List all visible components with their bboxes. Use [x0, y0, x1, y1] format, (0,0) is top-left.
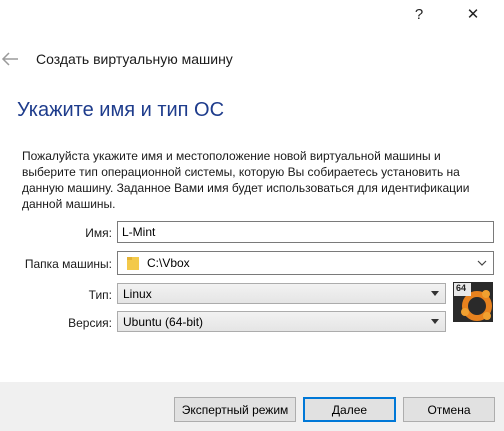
wizard-title: Создать виртуальную машину	[36, 51, 233, 67]
type-label: Тип:	[88, 288, 112, 302]
folder-icon	[127, 256, 139, 270]
name-label: Имя:	[85, 226, 112, 240]
dropdown-arrow-icon	[431, 319, 439, 324]
cancel-button[interactable]: Отмена	[403, 397, 495, 422]
dropdown-arrow-icon	[431, 291, 439, 296]
version-select[interactable]: Ubuntu (64-bit)	[117, 311, 446, 332]
next-button[interactable]: Далее	[303, 397, 396, 422]
chevron-down-icon	[477, 257, 487, 271]
back-arrow-icon[interactable]	[0, 48, 22, 70]
type-select[interactable]: Linux	[117, 283, 446, 304]
folder-value: C:\Vbox	[147, 256, 190, 270]
section-title: Укажите имя и тип ОС	[17, 99, 225, 121]
expert-mode-button[interactable]: Экспертный режим	[174, 397, 296, 422]
type-value: Linux	[123, 286, 152, 301]
folder-combo[interactable]: C:\Vbox	[117, 251, 494, 275]
ubuntu-os-icon: 64	[453, 282, 493, 322]
version-value: Ubuntu (64-bit)	[123, 314, 204, 329]
name-input[interactable]: L-Mint	[117, 221, 494, 243]
close-button[interactable]: ✕	[450, 0, 496, 28]
description-text: Пожалуйста укажите имя и местоположение …	[22, 149, 470, 211]
name-value: L-Mint	[122, 225, 156, 239]
os-64-badge: 64	[456, 283, 467, 293]
folder-label: Папка машины:	[24, 257, 112, 271]
version-label: Версия:	[68, 316, 112, 330]
help-button[interactable]: ?	[396, 0, 442, 28]
